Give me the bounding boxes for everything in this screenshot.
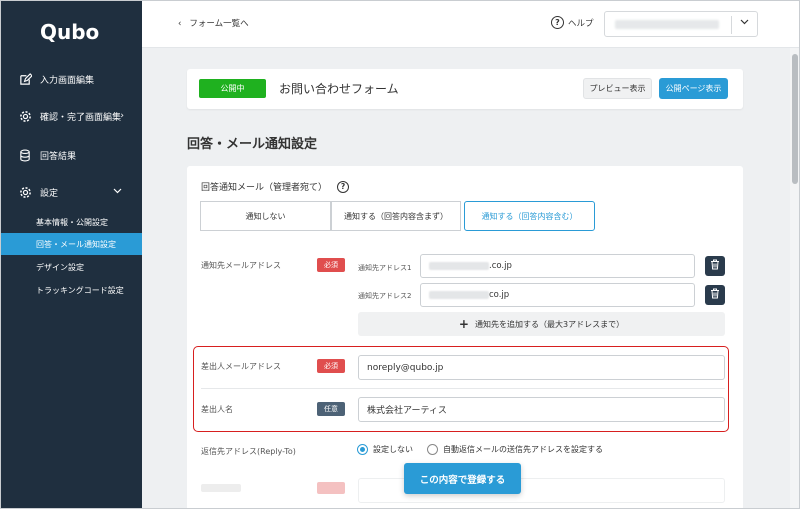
divider	[731, 16, 732, 34]
sender-email-label: 差出人メールアドレス	[201, 362, 281, 371]
gear-icon	[18, 185, 32, 199]
radio-label: 自動返信メールの送信先アドレスを設定する	[443, 445, 603, 454]
notify-option-none[interactable]: 通知しない	[200, 201, 331, 231]
radio-empty-icon	[427, 444, 438, 455]
sidebar-subitem-design[interactable]: デザイン設定	[0, 256, 142, 278]
recipient-address-2-input[interactable]: co.jp	[420, 283, 695, 307]
topbar: ‹ フォーム一覧へ ? ヘルプ	[142, 0, 800, 48]
recipients-label: 通知先メールアドレス	[201, 261, 281, 270]
reply-to-option-auto[interactable]: 自動返信メールの送信先アドレスを設定する	[427, 444, 603, 455]
divider	[201, 388, 725, 389]
scrollbar-thumb[interactable]	[792, 54, 798, 184]
optional-badge: 任意	[317, 402, 345, 416]
radio-selected-icon	[357, 444, 368, 455]
section-title-text: 回答通知メール（管理者宛て）	[201, 183, 328, 193]
register-button[interactable]: この内容で登録する	[404, 463, 521, 494]
qubo-logo[interactable]: Qubo	[40, 20, 99, 44]
account-dropdown[interactable]	[604, 11, 758, 37]
gear-icon	[18, 109, 32, 123]
preview-button[interactable]: プレビュー表示	[583, 78, 652, 99]
address-suffix: .co.jp	[489, 261, 512, 271]
notify-option-with-content[interactable]: 通知する（回答内容含む）	[464, 201, 595, 231]
faded-required-badge	[317, 482, 345, 494]
help-link[interactable]: ? ヘルプ	[551, 16, 594, 29]
help-icon: ?	[551, 16, 564, 29]
back-link-label: フォーム一覧へ	[189, 19, 249, 29]
redacted-text	[429, 291, 489, 299]
trash-icon	[710, 288, 720, 302]
sidebar-item-label: 確認・完了画面編集	[40, 112, 122, 123]
chevron-left-icon: ‹	[178, 19, 182, 29]
sidebar-item-label: 入力画面編集	[40, 75, 95, 86]
edit-icon	[18, 72, 32, 86]
delete-address-2-button[interactable]	[705, 285, 725, 305]
add-recipient-label: 通知先を追加する（最大3アドレスまで）	[474, 319, 625, 329]
address-label: 通知先アドレス1	[358, 264, 412, 272]
sender-name-input[interactable]: 株式会社アーティス	[358, 397, 725, 422]
plus-icon: +	[458, 317, 469, 331]
sender-email-input[interactable]: noreply@qubo.jp	[358, 355, 725, 380]
add-recipient-button[interactable]: + 通知先を追加する（最大3アドレスまで）	[358, 312, 725, 336]
address-suffix: co.jp	[489, 290, 510, 300]
sidebar-item-label: 設定	[40, 188, 59, 199]
sidebar-subitem-basic-info[interactable]: 基本情報・公開設定	[0, 211, 142, 233]
reply-to-option-none[interactable]: 設定しない	[357, 444, 413, 455]
form-header-card: 公開中 お問い合わせフォーム プレビュー表示 公開ページ表示	[187, 69, 743, 109]
sidebar-subitem-mail-notify[interactable]: 回答・メール通知設定	[0, 233, 142, 255]
help-icon[interactable]: ?	[337, 180, 350, 193]
back-to-forms-link[interactable]: ‹ フォーム一覧へ	[178, 17, 249, 29]
sidebar-item-settings[interactable]: 設定	[0, 176, 142, 208]
address-label: 通知先アドレス2	[358, 292, 412, 300]
status-badge: 公開中	[199, 79, 266, 98]
faded-row-label	[201, 484, 241, 492]
sidebar: Qubo 入力画面編集 確認・完了画面編集 › 回答結果 設定 基本情報・公開設…	[0, 0, 142, 509]
account-email-redacted	[615, 20, 719, 29]
chevron-down-icon	[740, 18, 749, 28]
database-icon	[18, 148, 32, 162]
sidebar-item-label: 回答結果	[40, 151, 77, 162]
redacted-text	[429, 262, 489, 270]
reply-to-label: 返信先アドレス(Reply-To)	[201, 447, 296, 456]
radio-label: 設定しない	[373, 445, 413, 454]
page-title: 回答・メール通知設定	[187, 137, 318, 152]
form-name: お問い合わせフォーム	[279, 82, 399, 96]
sidebar-item-confirm-edit[interactable]: 確認・完了画面編集 ›	[0, 100, 142, 132]
delete-address-1-button[interactable]	[705, 256, 725, 276]
chevron-down-icon	[113, 187, 122, 197]
required-badge: 必須	[317, 359, 345, 373]
notify-option-without-content[interactable]: 通知する（回答内容含まず）	[331, 201, 461, 231]
sidebar-subitem-tracking[interactable]: トラッキングコード設定	[0, 279, 142, 301]
sender-name-label: 差出人名	[201, 405, 233, 414]
notify-section-title: 回答通知メール（管理者宛て） ?	[201, 180, 350, 193]
recipient-address-1-input[interactable]: .co.jp	[420, 254, 695, 278]
sidebar-item-results[interactable]: 回答結果	[0, 139, 142, 171]
public-page-button[interactable]: 公開ページ表示	[659, 78, 728, 99]
required-badge: 必須	[317, 258, 345, 272]
help-label: ヘルプ	[568, 18, 594, 29]
trash-icon	[710, 259, 720, 273]
sidebar-item-input-edit[interactable]: 入力画面編集	[0, 63, 142, 95]
scrollbar[interactable]	[790, 48, 800, 509]
chevron-right-icon: ›	[120, 111, 124, 121]
